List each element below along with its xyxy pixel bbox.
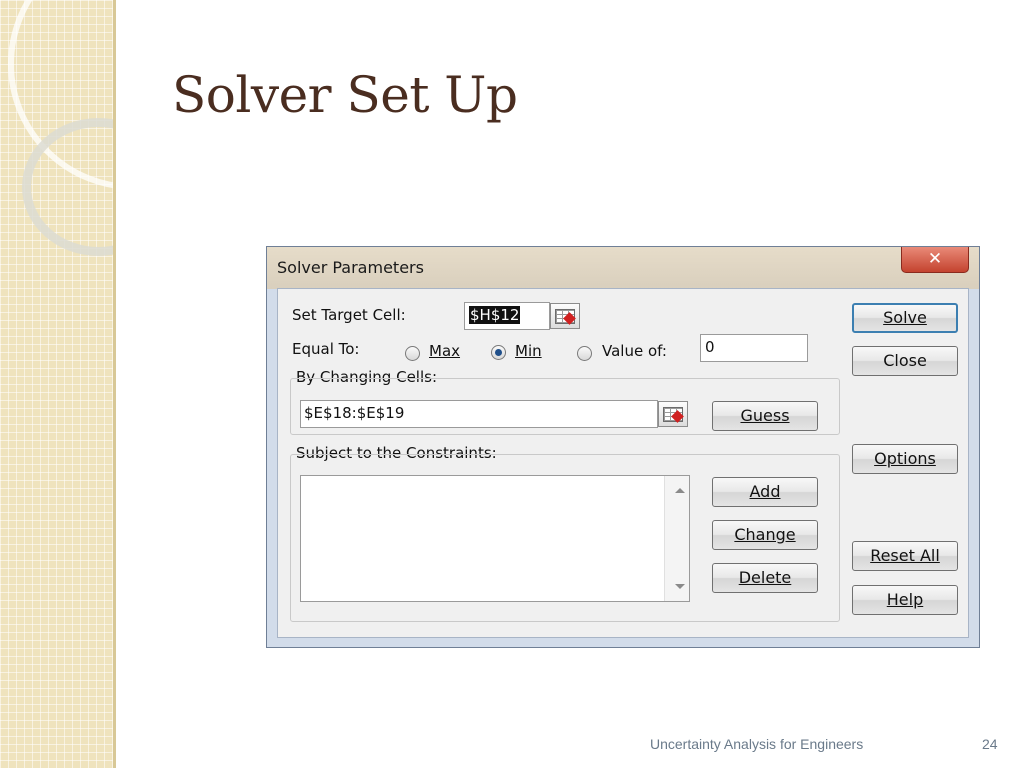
by-changing-cells-input[interactable]: $E$18:$E$19 <box>300 400 658 428</box>
close-button-label: Close <box>883 351 927 370</box>
options-button[interactable]: Options <box>852 444 958 474</box>
slide-footer: Uncertainty Analysis for Engineers <box>650 736 864 752</box>
radio-max-label: Max <box>429 342 461 360</box>
page-number: 24 <box>982 736 998 752</box>
solve-button[interactable]: Solve <box>852 303 958 333</box>
guess-button[interactable]: Guess <box>712 401 818 431</box>
set-target-cell-input[interactable]: $H$12 <box>464 302 550 330</box>
add-button-label: Add <box>749 482 781 501</box>
radio-value-of[interactable] <box>577 346 592 361</box>
radio-min[interactable] <box>491 345 506 360</box>
set-target-cell-label: Set Target Cell: <box>292 306 406 324</box>
delete-button-label: Delete <box>738 568 792 587</box>
set-target-cell-value: $H$12 <box>469 306 521 324</box>
slide-title: Solver Set Up <box>172 66 518 124</box>
options-button-label: Options <box>874 449 936 468</box>
close-button[interactable]: Close <box>852 346 958 376</box>
dialog-titlebar: Solver Parameters ✕ <box>267 247 979 289</box>
help-button[interactable]: Help <box>852 585 958 615</box>
help-button-label: Help <box>886 590 924 609</box>
constraints-scrollbar[interactable] <box>664 476 689 601</box>
reset-all-button-label: Reset All <box>870 546 940 565</box>
changing-cells-reference-button[interactable] <box>658 401 688 427</box>
dialog-title: Solver Parameters <box>277 258 424 277</box>
reset-all-button[interactable]: Reset All <box>852 541 958 571</box>
close-window-button[interactable]: ✕ <box>901 247 969 273</box>
solver-parameters-dialog: Solver Parameters ✕ Set Target Cell: $H$… <box>266 246 980 648</box>
radio-max[interactable] <box>405 346 420 361</box>
dialog-client-area: Set Target Cell: $H$12 Equal To: Max Min… <box>277 288 969 638</box>
value-of-input[interactable]: 0 <box>700 334 808 362</box>
solve-button-label: Solve <box>883 308 927 327</box>
delete-button[interactable]: Delete <box>712 563 818 593</box>
by-changing-cells-value: $E$18:$E$19 <box>304 404 405 422</box>
radio-min-label: Min <box>515 342 542 360</box>
change-button[interactable]: Change <box>712 520 818 550</box>
scroll-down-icon[interactable] <box>675 584 685 589</box>
radio-value-of-label: Value of: <box>602 342 667 360</box>
equal-to-label: Equal To: <box>292 340 360 358</box>
value-of-value: 0 <box>705 338 715 356</box>
target-cell-reference-button[interactable] <box>550 303 580 329</box>
decorative-band-edge <box>113 0 116 768</box>
guess-button-label: Guess <box>740 406 790 425</box>
add-button[interactable]: Add <box>712 477 818 507</box>
change-button-label: Change <box>734 525 796 544</box>
scroll-up-icon[interactable] <box>675 488 685 493</box>
close-icon: ✕ <box>927 249 943 269</box>
constraints-list[interactable] <box>300 475 690 602</box>
